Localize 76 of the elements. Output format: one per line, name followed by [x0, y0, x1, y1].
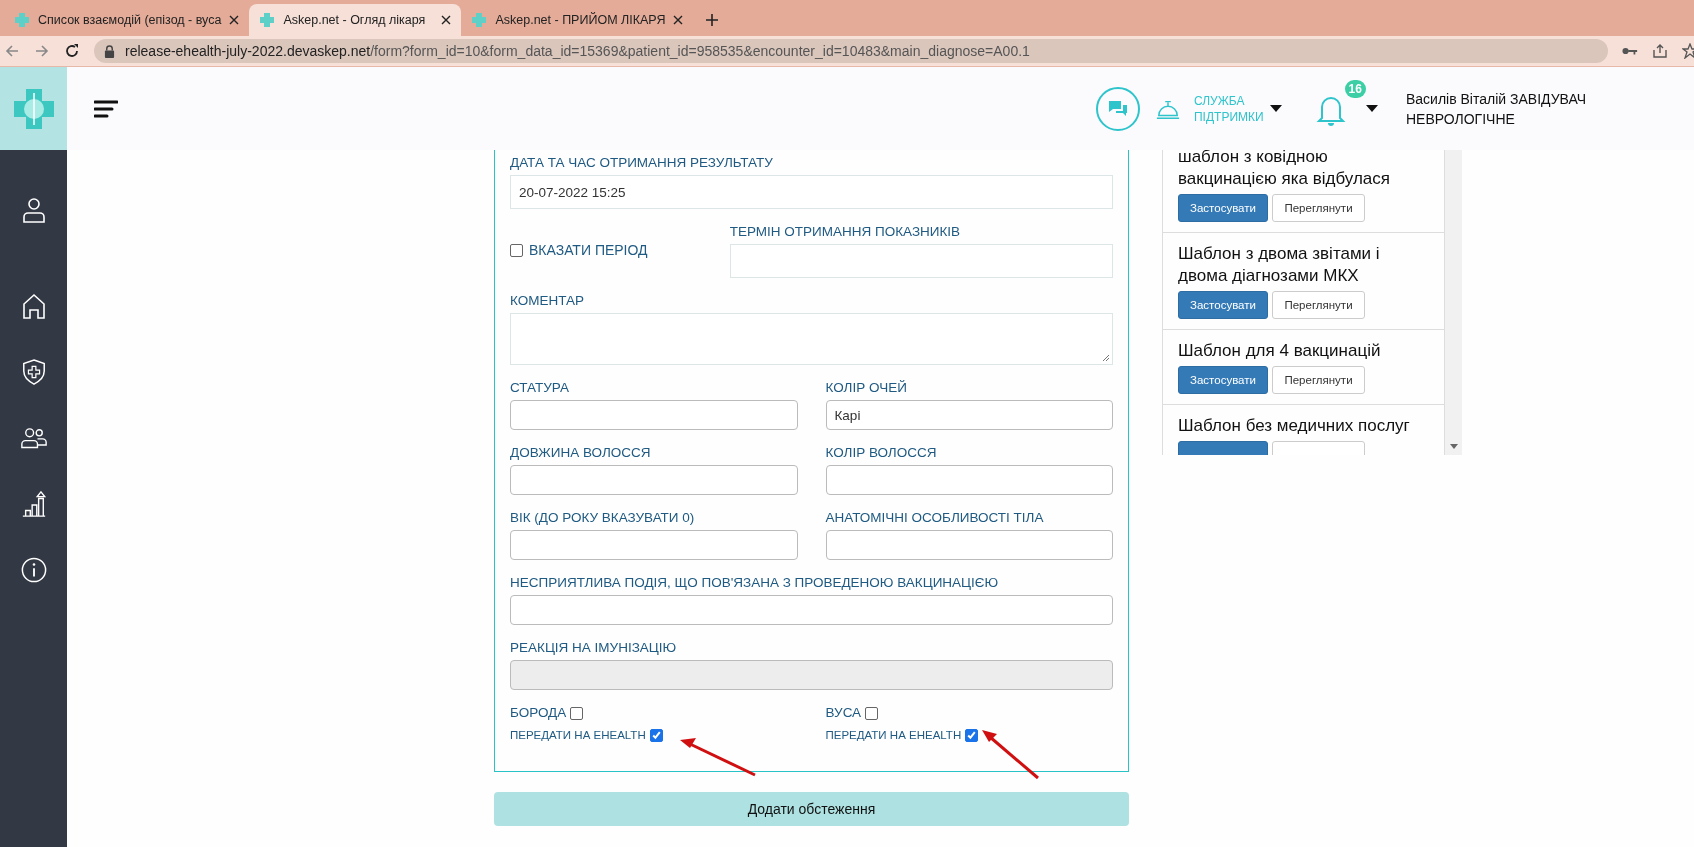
checkbox-label: ПЕРЕДАТИ НА EHEALTH [825, 728, 962, 743]
input-field[interactable] [510, 465, 798, 495]
input-field[interactable] [510, 400, 798, 430]
checkbox[interactable] [649, 728, 663, 742]
field-label: КОЛІР ВОЛОССЯ [825, 444, 938, 462]
shield-cross-icon[interactable] [20, 359, 47, 385]
textarea-field[interactable] [510, 313, 1113, 365]
checkbox[interactable] [965, 728, 979, 742]
scrollbar[interactable] [1445, 150, 1462, 455]
lock-icon [104, 44, 115, 58]
caret-icon[interactable] [1269, 105, 1282, 112]
input-field[interactable] [825, 465, 1113, 495]
address-field[interactable]: release-ehealth-july-2022.devaskep.net/form?form_id=10&form_data_id=15369&patient_id=958535&encounter_id=10483&main_diagnose=A00.1 [94, 39, 1608, 63]
field-label: НЕСПРИЯТЛИВА ПОДІЯ, ЩО ПОВ'ЯЗАНА З ПРОВЕДЕНОЮ ВАКЦИНАЦІЄЮ [510, 574, 1000, 592]
star-icon[interactable] [1682, 43, 1694, 59]
view-button[interactable]: Переглянути [1272, 291, 1365, 319]
user-icon[interactable] [20, 197, 47, 223]
people-icon[interactable] [20, 425, 47, 451]
caret-icon[interactable] [1365, 105, 1378, 112]
field-label: ДОВЖИНА ВОЛОССЯ [510, 444, 652, 462]
field-label: СТАТУРА [510, 379, 570, 397]
field-label: КОМЕНТАР [510, 292, 586, 310]
cross-logo-icon [471, 12, 488, 28]
field-label: ДАТА ТА ЧАС ОТРИМАННЯ РЕЗУЛЬТАТУ [510, 154, 774, 172]
field-label: РЕАКЦІЯ НА ІМУНІЗАЦІЮ [510, 639, 678, 657]
info-icon[interactable] [20, 557, 47, 583]
apply-button[interactable]: Застосувати [1178, 366, 1268, 394]
share-icon[interactable] [1652, 43, 1668, 59]
checkbox-label: БОРОДА [510, 704, 567, 722]
view-button[interactable]: Переглянути [1272, 366, 1365, 394]
user-department: НЕВРОЛОГІЧНЕ [1405, 109, 1516, 129]
home-icon[interactable] [20, 293, 47, 319]
template-title: Шаблон для 4 вакцинацій [1178, 340, 1382, 362]
medical-cross-logo-icon [13, 86, 54, 131]
view-button[interactable]: Переглянути [1272, 194, 1365, 222]
chat-bubbles-icon [1107, 99, 1128, 118]
checkbox[interactable] [510, 243, 523, 257]
annotation-arrow [982, 730, 1039, 780]
checkbox-label: ВКАЗАТИ ПЕРІОД [529, 241, 648, 259]
reload-icon[interactable] [64, 43, 80, 59]
checkbox[interactable] [865, 706, 879, 720]
menu-icon[interactable] [94, 99, 118, 118]
browser-tab[interactable]: Askep.net - ПРИЙОМ ЛІКАРЯ [461, 4, 694, 36]
close-icon[interactable] [229, 15, 240, 25]
field-label: ТЕРМІН ОТРИМАННЯ ПОКАЗНИКІВ [729, 223, 962, 241]
resize-grip-icon[interactable] [1102, 354, 1110, 362]
scroll-down-icon[interactable] [1449, 444, 1458, 449]
input-field[interactable] [510, 595, 1113, 625]
input-field[interactable]: 20-07-2022 15:25 [510, 175, 1113, 209]
field-label: АНАТОМІЧНІ ОСОБЛИВОСТІ ТІЛА [825, 509, 1045, 527]
browser-tab[interactable]: Список взаємодій (епізод - вуса [4, 4, 250, 36]
user-name: Василів Віталій ЗАВІДУВАЧ [1405, 89, 1586, 109]
back-icon[interactable] [4, 43, 20, 59]
apply-button[interactable]: Застосувати [1178, 291, 1268, 319]
input-field[interactable]: Карі [825, 400, 1113, 430]
add-examination-button[interactable]: Додати обстеження [494, 792, 1129, 826]
notification-badge: 16 [1344, 79, 1366, 98]
close-icon[interactable] [673, 15, 684, 25]
checkbox-label: ПЕРЕДАТИ НА EHEALTH [510, 728, 646, 743]
cross-logo-icon [14, 12, 30, 28]
field-label: КОЛІР ОЧЕЙ [825, 379, 908, 397]
input-field[interactable] [825, 530, 1113, 560]
template-title: Шаблон з двома звітами і двома діагнозами МКХ [1178, 243, 1381, 287]
template-title: шаблон з ковідною вакцинацією яка відбулася [1178, 150, 1391, 190]
checkbox[interactable] [570, 706, 584, 720]
browser-tab[interactable]: Askep.net - Огляд лікаря [249, 4, 462, 36]
cross-logo-icon [259, 12, 276, 28]
checkbox-label: ВУСА [825, 704, 862, 722]
new-tab-icon[interactable] [705, 13, 720, 27]
growth-chart-icon[interactable] [20, 491, 47, 517]
forward-icon[interactable] [34, 43, 50, 59]
close-icon[interactable] [441, 15, 452, 25]
apply-button[interactable]: Застосувати [1178, 194, 1268, 222]
template-title: Шаблон без медичних послуг [1178, 415, 1411, 437]
field-label: ВІК (ДО РОКУ ВКАЗУВАТИ 0) [510, 509, 696, 527]
input-field[interactable] [510, 530, 798, 560]
